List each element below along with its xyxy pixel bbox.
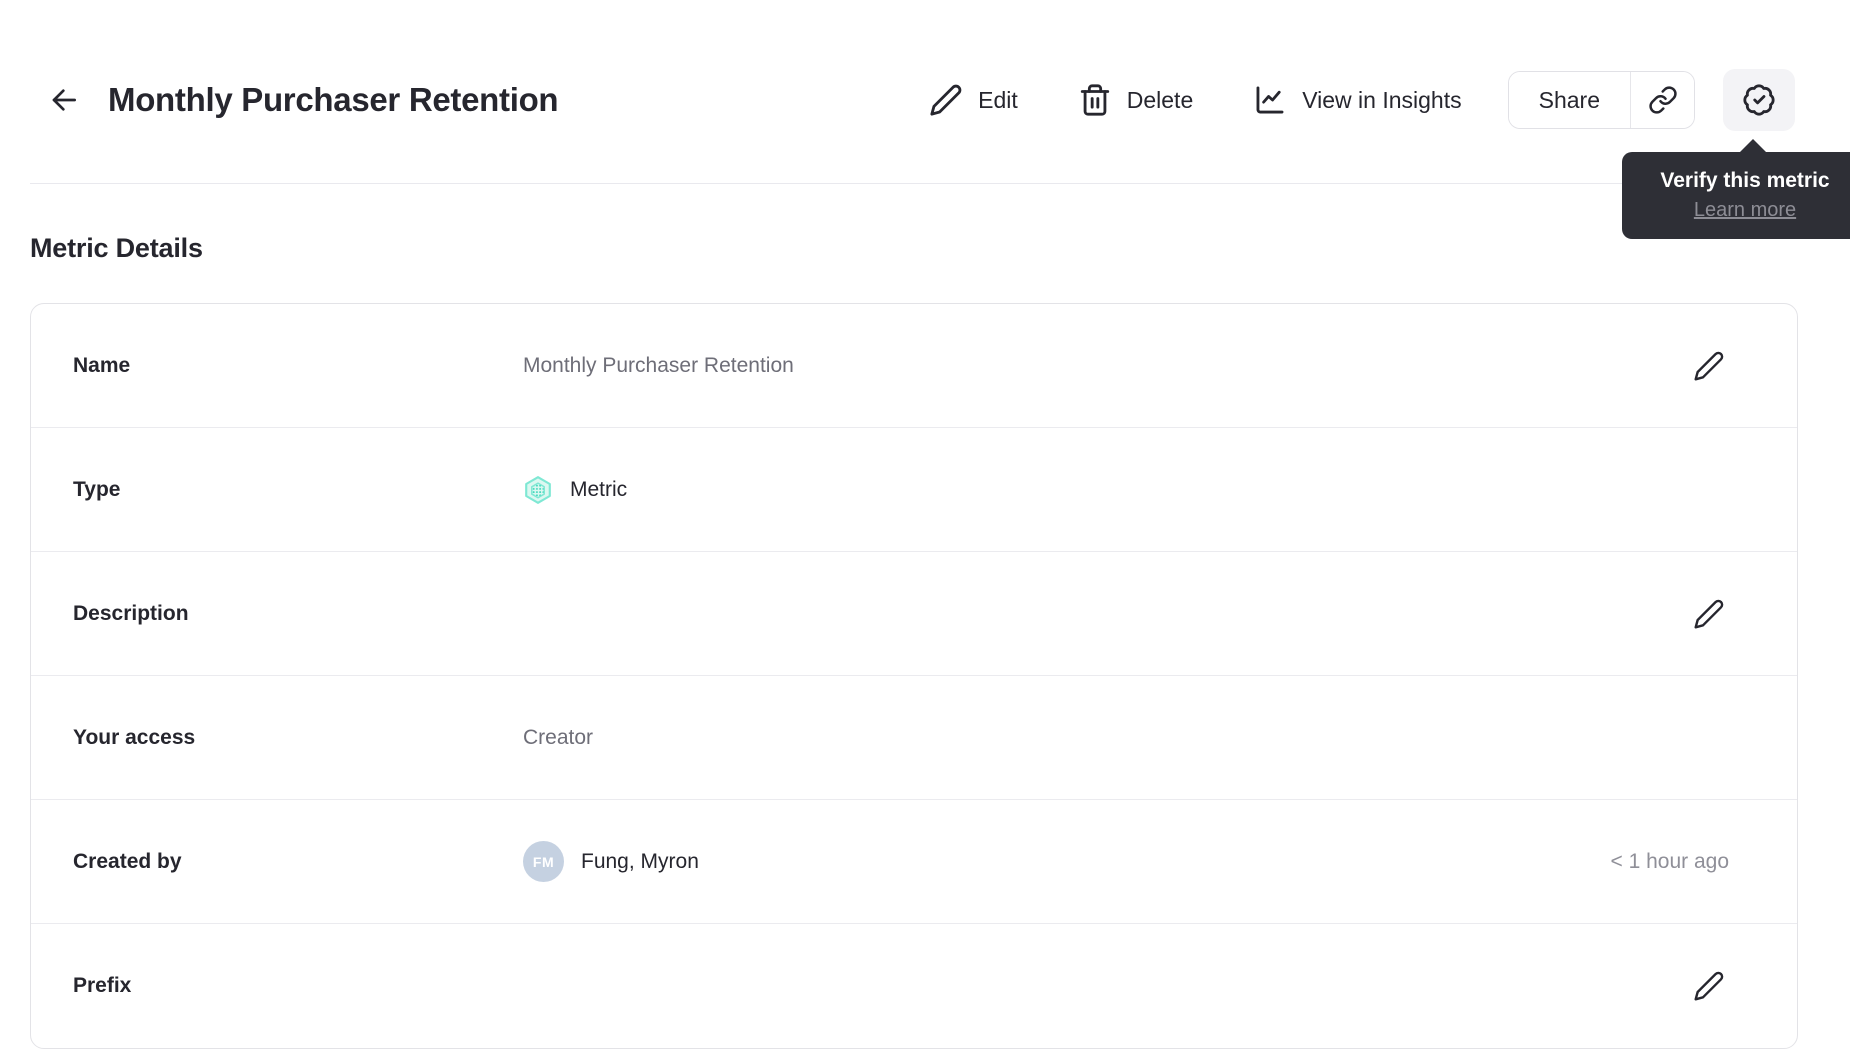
verify-metric-button[interactable] xyxy=(1723,69,1795,131)
back-button[interactable] xyxy=(44,80,84,120)
view-in-insights-button[interactable]: View in Insights xyxy=(1253,83,1462,117)
access-label: Your access xyxy=(73,725,196,749)
section-heading: Metric Details xyxy=(30,233,203,263)
avatar-initials: FM xyxy=(532,853,555,870)
pencil-icon xyxy=(1693,350,1725,382)
arrow-left-icon xyxy=(48,84,80,116)
metric-details-section: Metric Details Name Monthly Purchaser Re… xyxy=(0,184,1850,1049)
access-value: Creator xyxy=(523,725,594,749)
avatar: FM xyxy=(523,841,564,882)
detail-row-name: Name Monthly Purchaser Retention xyxy=(31,304,1797,428)
created-timestamp: < 1 hour ago xyxy=(1610,849,1729,873)
tooltip-learn-more-link[interactable]: Learn more xyxy=(1694,199,1796,222)
delete-button-label: Delete xyxy=(1126,86,1194,113)
edit-name-button[interactable] xyxy=(1689,346,1729,386)
detail-row-created-by: Created by FM Fung, Myron < 1 hour ago xyxy=(31,800,1797,924)
verified-badge-icon xyxy=(1742,83,1776,117)
pencil-icon xyxy=(929,83,963,117)
detail-row-prefix: Prefix xyxy=(31,924,1797,1048)
page-title: Monthly Purchaser Retention xyxy=(108,81,559,118)
header-actions: Edit Delete View in Insights xyxy=(929,83,1462,117)
type-label: Type xyxy=(73,477,121,501)
share-button-group: Share xyxy=(1507,71,1695,129)
pencil-icon xyxy=(1693,598,1725,630)
description-label: Description xyxy=(73,601,189,625)
share-button-label: Share xyxy=(1538,86,1600,113)
trash-icon xyxy=(1078,83,1112,117)
metric-details-card: Name Monthly Purchaser Retention Type Me… xyxy=(30,303,1798,1049)
detail-row-type: Type Metric xyxy=(31,428,1797,552)
edit-prefix-button[interactable] xyxy=(1689,966,1729,1006)
share-button[interactable]: Share xyxy=(1508,72,1630,128)
page-header: Monthly Purchaser Retention Edit Delete … xyxy=(0,0,1850,184)
pencil-icon xyxy=(1693,970,1725,1002)
link-icon xyxy=(1648,85,1678,115)
created-by-value: Fung, Myron xyxy=(581,849,699,873)
created-by-label: Created by xyxy=(73,849,182,873)
verify-metric-tooltip: Verify this metric Learn more xyxy=(1622,138,1850,240)
tooltip-title: Verify this metric xyxy=(1660,169,1830,192)
hexagon-metric-icon xyxy=(523,475,553,505)
detail-row-description: Description xyxy=(31,552,1797,676)
name-label: Name xyxy=(73,353,131,377)
name-value: Monthly Purchaser Retention xyxy=(523,353,794,377)
delete-button[interactable]: Delete xyxy=(1078,83,1193,117)
line-chart-icon xyxy=(1253,83,1287,117)
prefix-label: Prefix xyxy=(73,974,132,997)
copy-link-button[interactable] xyxy=(1630,72,1694,128)
type-value: Metric xyxy=(570,477,628,501)
detail-row-access: Your access Creator xyxy=(31,676,1797,800)
edit-button[interactable]: Edit xyxy=(929,83,1018,117)
edit-button-label: Edit xyxy=(978,86,1018,113)
edit-description-button[interactable] xyxy=(1689,594,1729,634)
view-in-insights-label: View in Insights xyxy=(1302,86,1462,113)
